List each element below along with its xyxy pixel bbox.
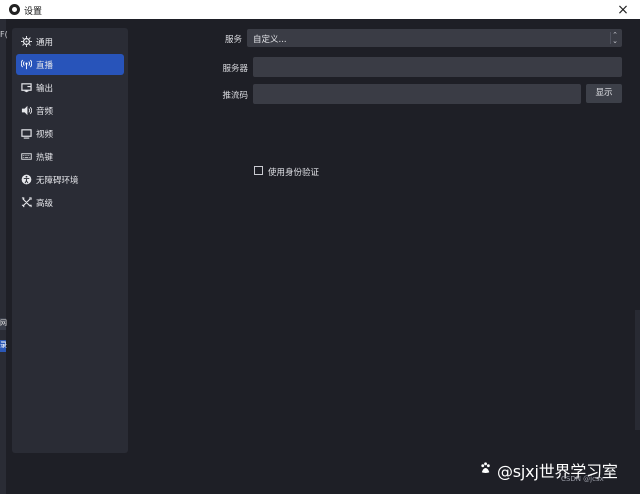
close-icon: × — [617, 1, 629, 18]
service-select[interactable]: 自定义... ⌃ ⌄ — [247, 29, 622, 47]
background-right-edge — [635, 310, 640, 430]
use-authentication-checkbox[interactable] — [254, 166, 263, 175]
keyboard-icon — [21, 153, 32, 160]
server-input[interactable] — [253, 57, 622, 77]
sidebar-item-label: 无障碍环境 — [36, 176, 79, 186]
output-icon — [21, 83, 32, 93]
sidebar-item-label: 热键 — [36, 153, 54, 163]
stream-key-input[interactable] — [253, 84, 581, 104]
sidebar-item-label: 高级 — [36, 199, 54, 209]
sidebar-item-general[interactable]: 通用 — [16, 31, 124, 52]
left-edge-chip-blue: 录 — [0, 340, 7, 352]
background-left-edge: F( 网 录 — [0, 19, 8, 494]
show-stream-key-button[interactable]: 显示 — [586, 84, 622, 103]
chevron-updown-icon: ⌃ ⌄ — [610, 32, 619, 45]
gear-icon — [21, 36, 32, 47]
accessibility-icon — [21, 174, 32, 185]
sidebar-item-accessibility[interactable]: 无障碍环境 — [16, 169, 124, 190]
sidebar-item-label: 输出 — [36, 84, 54, 94]
sidebar-item-label: 音频 — [36, 107, 54, 117]
stream-key-label: 推流码 — [222, 91, 248, 101]
obs-logo-icon — [9, 4, 20, 15]
sidebar-item-audio[interactable]: 音频 — [16, 100, 124, 121]
settings-sidebar: 通用 直播 输出 音频 视频 热键 无障碍环境 高级 — [12, 28, 128, 453]
broadcast-icon — [21, 59, 32, 70]
sidebar-item-advanced[interactable]: 高级 — [16, 192, 124, 213]
window-title: 设置 — [24, 7, 43, 17]
left-edge-chip: 网 — [0, 318, 7, 330]
service-selected-value: 自定义... — [253, 35, 287, 45]
sidebar-item-label: 通用 — [36, 38, 54, 48]
server-label: 服务器 — [222, 64, 248, 74]
tools-icon — [21, 197, 32, 208]
sidebar-item-label: 视频 — [36, 130, 54, 140]
window-titlebar: 设置 × — [0, 0, 640, 19]
sidebar-item-output[interactable]: 输出 — [16, 77, 124, 98]
speaker-icon — [21, 105, 32, 116]
left-edge-text: F( — [0, 30, 8, 39]
use-authentication-label[interactable]: 使用身份验证 — [268, 166, 319, 178]
sidebar-item-hotkeys[interactable]: 热键 — [16, 146, 124, 167]
paw-icon — [481, 462, 490, 473]
sidebar-item-stream[interactable]: 直播 — [16, 54, 124, 75]
sidebar-item-label: 直播 — [36, 61, 54, 71]
csdn-watermark: CSDN @jcsx — [561, 475, 604, 483]
sidebar-item-video[interactable]: 视频 — [16, 123, 124, 144]
service-label: 服务 — [224, 35, 242, 45]
close-button[interactable]: × — [606, 0, 640, 19]
monitor-icon — [21, 129, 32, 139]
